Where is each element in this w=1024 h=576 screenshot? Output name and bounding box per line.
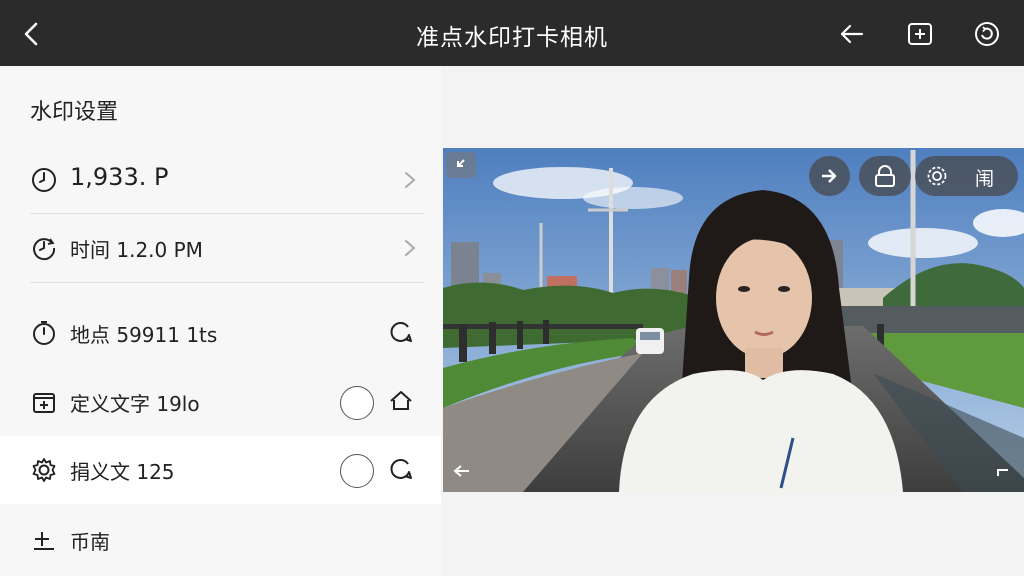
lock-button[interactable]: [859, 156, 911, 196]
settings-row-6[interactable]: 币南: [0, 506, 441, 574]
collapse-corner-icon[interactable]: [446, 152, 476, 178]
toggle-radio[interactable]: [340, 386, 374, 420]
add-square-icon[interactable]: [906, 20, 934, 48]
watermark-settings-panel: 水印设置 1,933. P 时间 1.2.0 PM 地点 59911 1ts 定…: [0, 66, 441, 576]
settings-row-5[interactable]: 捐义文 125: [0, 436, 441, 504]
settings-row-4[interactable]: 定义文字 19lo: [0, 368, 441, 436]
chevron-right-icon: [405, 172, 416, 188]
row-label: 定义文字 19lo: [70, 392, 200, 416]
panel-title: 水印设置: [30, 100, 119, 125]
clock-arrow-icon: [33, 238, 56, 261]
stopwatch-icon: [33, 321, 55, 345]
camera-preview-photo: [443, 148, 1024, 492]
arrow-left-small-icon[interactable]: [449, 460, 475, 482]
arrow-left-icon[interactable]: [838, 20, 866, 48]
settings-pill[interactable]: 闱: [915, 156, 1018, 196]
row-label: 币南: [70, 530, 110, 554]
settings-row-1[interactable]: 1,933. P: [0, 146, 441, 214]
next-button[interactable]: [809, 156, 850, 196]
refresh-circle-icon[interactable]: [973, 20, 1001, 48]
chevron-right-icon: [405, 240, 416, 256]
clock-icon: [32, 168, 56, 192]
settings-row-2[interactable]: 时间 1.2.0 PM: [0, 214, 441, 282]
settings-icon: [927, 166, 947, 186]
page-title: 准点水印打卡相机: [416, 25, 608, 51]
top-bar: 准点水印打卡相机: [0, 0, 1024, 66]
overlay-label: 闱: [975, 168, 995, 190]
row-label: 捐义文 125: [70, 460, 175, 484]
refresh-bubble-icon[interactable]: [388, 319, 414, 345]
row-label: 1,933. P: [70, 163, 169, 191]
lock-icon: [875, 165, 895, 187]
plus-corner-icon: [34, 532, 54, 550]
refresh-bubble-icon[interactable]: [388, 456, 414, 482]
row-label: 地点 59911 1ts: [70, 323, 218, 347]
toggle-radio[interactable]: [340, 454, 374, 488]
home-icon[interactable]: [388, 388, 414, 414]
arrow-right-icon: [822, 169, 837, 183]
gear-icon: [32, 458, 56, 482]
photo-illustration: [443, 148, 1024, 492]
divider: [30, 282, 424, 283]
box-plus-icon: [33, 393, 55, 413]
corner-mark-icon[interactable]: [990, 460, 1016, 482]
settings-row-3[interactable]: 地点 59911 1ts: [0, 299, 441, 367]
row-label: 时间 1.2.0 PM: [70, 238, 203, 262]
